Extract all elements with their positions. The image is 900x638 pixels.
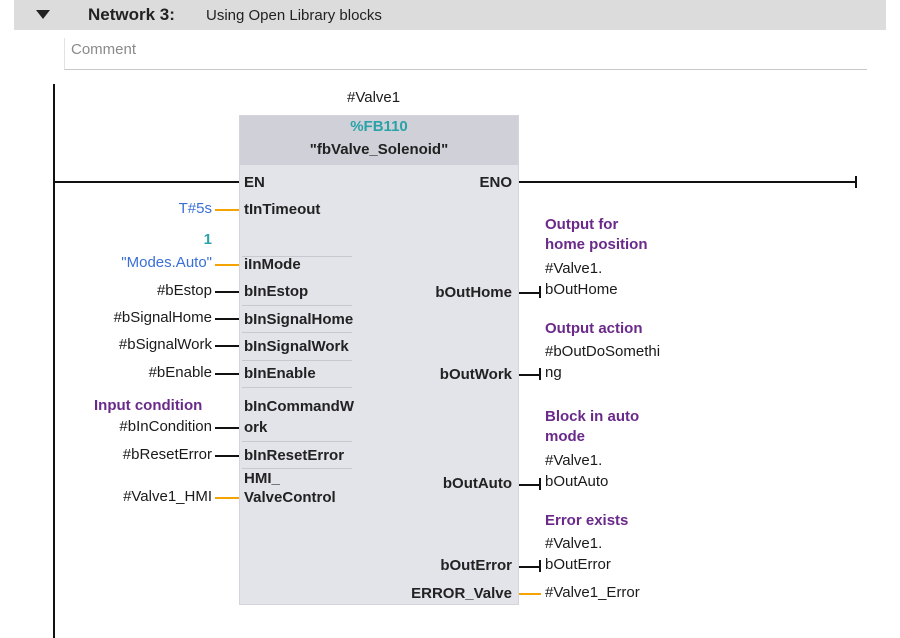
function-block-header: %FB110 "fbValve_Solenoid" [240,116,518,165]
operand-enable[interactable]: #bEnable [149,364,212,381]
network-subtitle[interactable]: Using Open Library blocks [206,7,382,24]
operand-boutauto-line2[interactable]: bOutAuto [545,471,608,492]
operand-signalwork[interactable]: #bSignalWork [119,336,212,353]
operand-bouthome-line1[interactable]: #Valve1. [545,258,602,279]
wire-error-valve [519,593,541,595]
pin-binenable[interactable]: bInEnable [244,365,316,382]
operand-boutauto-line1[interactable]: #Valve1. [545,450,602,471]
network-header: Network 3: Using Open Library blocks [14,0,886,30]
pin-boutwork[interactable]: bOutWork [440,366,512,383]
wire-bouterror-tick [539,560,541,572]
wire-reseterror [215,455,239,457]
pin-hmi-valvecontrol-line1[interactable]: HMI_ [244,470,280,487]
pin-bouthome[interactable]: bOutHome [435,284,512,301]
pin-separator [242,387,352,388]
output-comment-auto-line2: mode [545,428,586,445]
operand-bouterror-line2[interactable]: bOutError [545,554,611,575]
wire-boutwork-tick [539,368,541,380]
pin-separator [242,360,352,361]
network-title: Network 3: [88,5,175,24]
output-comment-home-line2: home position [545,236,648,253]
operand-comment-condition: Input condition [94,397,203,414]
pin-binsignalwork[interactable]: bInSignalWork [244,338,349,355]
operand-signalhome[interactable]: #bSignalHome [114,309,212,326]
output-comment-auto-line1: Block in auto [545,408,640,425]
wire-bouthome [519,292,540,294]
wire-estop [215,291,239,293]
pin-binreseterror[interactable]: bInResetError [244,447,344,464]
wire-boutauto-tick [539,478,541,490]
wire-boutwork [519,374,540,376]
fb-name: "fbValve_Solenoid" [309,141,449,158]
operand-estop[interactable]: #bEstop [157,282,212,299]
wire-mode [215,264,239,266]
pin-separator [242,441,352,442]
operand-boutwork-line2[interactable]: ng [545,362,562,383]
comment-placeholder: Comment [71,41,137,58]
pin-tintimeout[interactable]: tInTimeout [244,201,320,218]
output-comment-work: Output action [545,320,643,337]
instance-db-name[interactable]: #Valve1 [347,89,400,106]
pin-error-valve[interactable]: ERROR_Valve [411,585,512,602]
operand-reseterror[interactable]: #bResetError [123,446,212,463]
wire-condition [215,427,239,429]
operand-condition[interactable]: #bInCondition [119,418,212,435]
pin-hmi-valvecontrol-line2[interactable]: ValveControl [244,489,336,506]
pin-iinmode[interactable]: iInMode [244,256,301,273]
operand-bouthome-line2[interactable]: bOutHome [545,279,618,300]
collapse-triangle-icon[interactable] [36,10,50,20]
output-comment-error: Error exists [545,512,629,529]
wire-boutauto [519,484,540,486]
pin-separator [242,305,352,306]
operand-hmi[interactable]: #Valve1_HMI [123,488,212,505]
fb-number: %FB110 [350,118,408,135]
eno-wire-end [855,176,857,188]
pin-bincommandwork-line1[interactable]: bInCommandW [244,398,354,415]
operand-mode-tag[interactable]: "Modes.Auto" [121,254,212,271]
eno-wire [519,181,856,183]
wire-hmi [215,497,239,499]
pin-eno[interactable]: ENO [479,174,512,191]
wire-bouthome-tick [539,286,541,298]
network-comment-field[interactable]: Comment [64,38,867,70]
en-wire [54,181,239,183]
pin-separator [242,468,352,469]
wire-timeout [215,209,239,211]
pin-en[interactable]: EN [244,174,265,191]
wire-enable [215,373,239,375]
operand-boutwork-line1[interactable]: #bOutDoSomethi [545,341,660,362]
wire-bouterror [519,566,540,568]
left-power-rail [53,84,55,638]
pin-boutauto[interactable]: bOutAuto [443,475,512,492]
output-comment-home-line1: Output for [545,216,619,233]
pin-binsignalhome[interactable]: bInSignalHome [244,311,353,328]
operand-bouterror-line1[interactable]: #Valve1. [545,533,602,554]
pin-bouterror[interactable]: bOutError [440,557,512,574]
operand-error-valve[interactable]: #Valve1_Error [545,582,640,603]
pin-bincommandwork-line2[interactable]: ork [244,419,267,436]
pin-binestop[interactable]: bInEstop [244,283,308,300]
operand-timeout[interactable]: T#5s [179,200,212,217]
operand-mode-value: 1 [203,231,212,248]
wire-signalhome [215,318,239,320]
pin-separator [242,332,352,333]
wire-signalwork [215,345,239,347]
